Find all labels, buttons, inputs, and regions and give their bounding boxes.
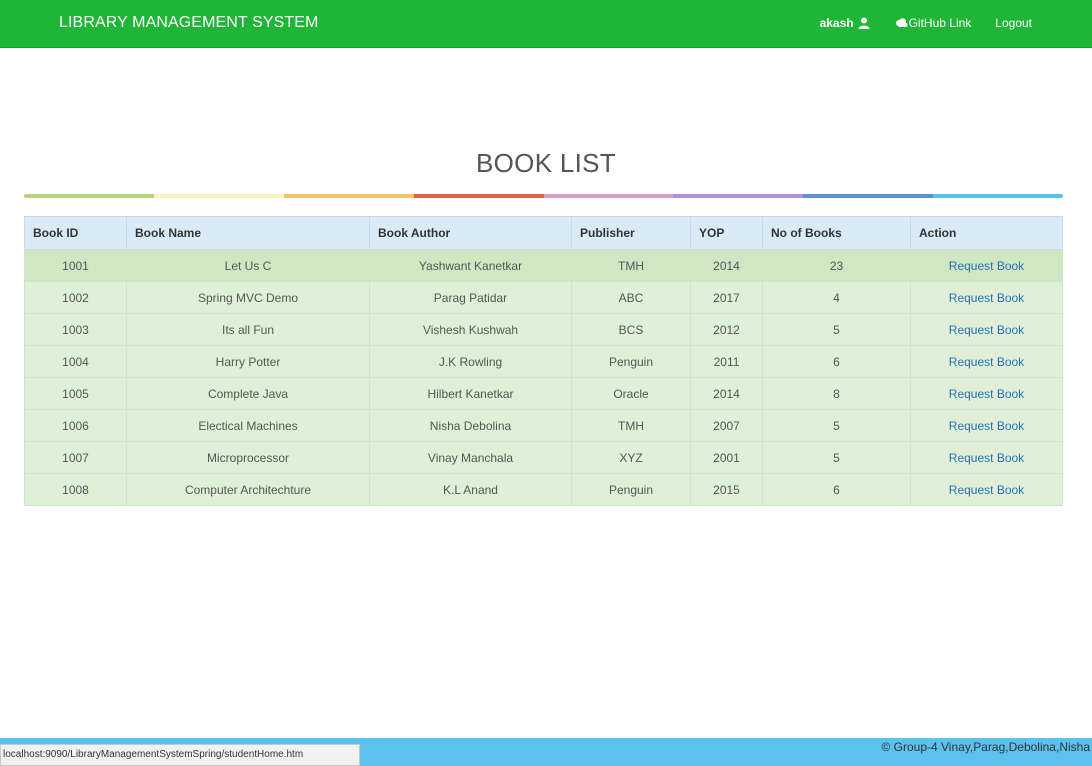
cell-no-of-books: 6 (762, 345, 911, 378)
cell-book-author: Vinay Manchala (369, 441, 572, 474)
cell-yop: 2015 (690, 473, 763, 506)
cell-publisher: Penguin (571, 345, 691, 378)
cloud-icon (895, 18, 908, 27)
cell-publisher: TMH (571, 409, 691, 442)
cell-yop: 2011 (690, 345, 763, 378)
cell-book-author: Nisha Debolina (369, 409, 572, 442)
cell-book-id: 1004 (24, 345, 127, 378)
cell-no-of-books: 4 (762, 281, 911, 314)
cell-book-author: Hilbert Kanetkar (369, 377, 572, 410)
username: akash (819, 15, 854, 30)
user-menu[interactable]: akash (820, 16, 870, 30)
cell-book-name: Its all Fun (126, 313, 370, 346)
github-label: GitHub Link (908, 15, 972, 30)
rainbow-segment (413, 194, 544, 198)
rainbow-segment (673, 194, 804, 198)
logout-link[interactable]: Logout (995, 16, 1032, 30)
github-link[interactable]: GitHub Link (895, 15, 972, 30)
page-title: BOOK LIST (476, 148, 616, 178)
cell-book-name: Computer Architechture (126, 473, 370, 506)
rainbow-segment (803, 194, 934, 198)
rainbow-segment (543, 194, 674, 198)
cell-book-id: 1003 (24, 313, 127, 346)
cell-book-name: Electical Machines (126, 409, 370, 442)
cell-book-name: Let Us C (126, 249, 370, 282)
cell-yop: 2001 (690, 441, 763, 474)
cell-no-of-books: 5 (762, 441, 911, 474)
request-book-link[interactable]: Request Book (910, 441, 1063, 474)
request-book-link[interactable]: Request Book (910, 377, 1063, 410)
table-row: 1004 Harry Potter J.K Rowling Penguin 2011 6 R… (24, 345, 1063, 378)
cell-publisher: ABC (571, 281, 691, 314)
cell-publisher: TMH (571, 249, 691, 282)
header-action: Action (910, 216, 1063, 250)
table-row: 1006 Electical Machines Nisha Debolina TMH 2… (24, 409, 1063, 442)
table-row: 1003 Its all Fun Vishesh Kushwah BCS 2012 5 Re… (24, 313, 1063, 346)
header-publisher: Publisher (571, 216, 691, 250)
user-icon (858, 17, 870, 29)
request-book-link[interactable]: Request Book (910, 345, 1063, 378)
request-book-link[interactable]: Request Book (910, 281, 1063, 314)
cell-publisher: Oracle (571, 377, 691, 410)
table-row: 1007 Microprocessor Vinay Manchala XYZ 2001 5… (24, 441, 1063, 474)
request-book-link[interactable]: Request Book (910, 249, 1063, 282)
cell-no-of-books: 23 (762, 249, 911, 282)
brand-title[interactable]: LIBRARY MANAGEMENT SYSTEM (59, 0, 318, 45)
table-row: 1008 Computer Architechture K.L Anand Pengu… (24, 473, 1063, 506)
cell-no-of-books: 6 (762, 473, 911, 506)
cell-yop: 2012 (690, 313, 763, 346)
cell-book-author: J.K Rowling (369, 345, 572, 378)
cell-yop: 2014 (690, 249, 763, 282)
cell-no-of-books: 5 (762, 409, 911, 442)
rainbow-segment (24, 194, 154, 198)
navbar-right: akash GitHub Link Logout (820, 0, 1032, 45)
table-row: 1005 Complete Java Hilbert Kanetkar Oracle 2… (24, 377, 1063, 410)
header-yop: YOP (690, 216, 763, 250)
cell-book-author: Vishesh Kushwah (369, 313, 572, 346)
request-book-link[interactable]: Request Book (910, 409, 1063, 442)
header-book-id: Book ID (24, 216, 127, 250)
request-book-link[interactable]: Request Book (910, 313, 1063, 346)
cell-book-id: 1007 (24, 441, 127, 474)
status-bar-url: localhost:9090/LibraryManagementSystemSp… (0, 744, 360, 766)
header-no-of-books: No of Books (762, 216, 911, 250)
cell-book-author: Yashwant Kanetkar (369, 249, 572, 282)
cell-book-name: Spring MVC Demo (126, 281, 370, 314)
logout-label: Logout (995, 15, 1032, 30)
rainbow-divider (24, 194, 1063, 198)
cell-book-name: Microprocessor (126, 441, 370, 474)
cell-publisher: Penguin (571, 473, 691, 506)
rainbow-segment (153, 194, 284, 198)
rainbow-segment (933, 194, 1063, 198)
request-book-link[interactable]: Request Book (910, 473, 1063, 506)
footer-copyright: © Group-4 Vinay,Parag,Debolina,Nisha (881, 740, 1090, 754)
header-book-author: Book Author (369, 216, 572, 250)
cell-no-of-books: 8 (762, 377, 911, 410)
top-navbar: LIBRARY MANAGEMENT SYSTEM akash GitHub L… (0, 0, 1092, 48)
cell-publisher: BCS (571, 313, 691, 346)
cell-no-of-books: 5 (762, 313, 911, 346)
cell-book-id: 1005 (24, 377, 127, 410)
cell-publisher: XYZ (571, 441, 691, 474)
book-list-table: Book ID Book Name Book Author Publisher … (24, 216, 1063, 506)
header-book-name: Book Name (126, 216, 370, 250)
table-row: 1002 Spring MVC Demo Parag Patidar ABC 2017 4… (24, 281, 1063, 314)
table-header-row: Book ID Book Name Book Author Publisher … (24, 216, 1063, 250)
cell-book-id: 1006 (24, 409, 127, 442)
cell-book-id: 1001 (24, 249, 127, 282)
rainbow-segment (283, 194, 414, 198)
cell-book-name: Complete Java (126, 377, 370, 410)
cell-book-author: K.L Anand (369, 473, 572, 506)
cell-yop: 2007 (690, 409, 763, 442)
cell-book-author: Parag Patidar (369, 281, 572, 314)
cell-book-id: 1002 (24, 281, 127, 314)
cell-yop: 2017 (690, 281, 763, 314)
cell-book-id: 1008 (24, 473, 127, 506)
cell-yop: 2014 (690, 377, 763, 410)
cell-book-name: Harry Potter (126, 345, 370, 378)
table-row: 1001 Let Us C Yashwant Kanetkar TMH 2014 23 Re… (24, 249, 1063, 282)
